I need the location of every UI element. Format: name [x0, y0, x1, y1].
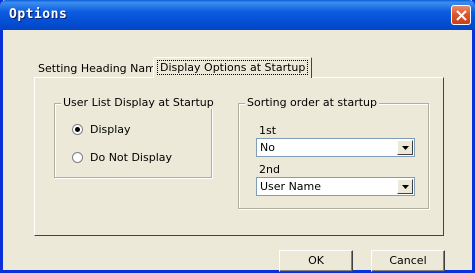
chevron-down-icon — [402, 146, 409, 150]
group-title: User List Display at Startup — [61, 96, 216, 109]
ok-button[interactable]: OK — [279, 250, 353, 272]
user-list-display-group: User List Display at Startup — [54, 96, 216, 178]
dropdown-button[interactable] — [397, 140, 413, 155]
tab-label: Display Options at Startup — [157, 60, 309, 75]
radio-do-not-display[interactable]: Do Not Display — [72, 151, 172, 164]
title-bar[interactable]: Options — [0, 0, 475, 30]
radio-label: Do Not Display — [90, 151, 173, 164]
second-sort-select[interactable]: User Name — [256, 177, 415, 196]
chevron-down-icon — [402, 185, 409, 189]
radio-button[interactable] — [72, 152, 83, 163]
window-title: Options — [9, 7, 68, 22]
first-sort-select[interactable]: No — [256, 138, 415, 157]
tab-display-options-at-startup[interactable]: Display Options at Startup — [153, 57, 313, 78]
second-label: 2nd — [259, 163, 280, 176]
cancel-button[interactable]: Cancel — [371, 250, 445, 272]
radio-label: Display — [90, 123, 131, 136]
select-value: No — [260, 141, 275, 154]
radio-display[interactable]: Display — [72, 123, 131, 136]
close-button[interactable] — [451, 5, 471, 25]
close-icon — [456, 10, 467, 21]
radio-button-checked[interactable] — [72, 124, 83, 135]
dropdown-button[interactable] — [397, 179, 413, 194]
group-title: Sorting order at startup — [245, 96, 380, 109]
tab-setting-heading-names[interactable]: Setting Heading Names — [34, 60, 172, 78]
select-value: User Name — [260, 180, 322, 193]
first-label: 1st — [259, 124, 277, 137]
